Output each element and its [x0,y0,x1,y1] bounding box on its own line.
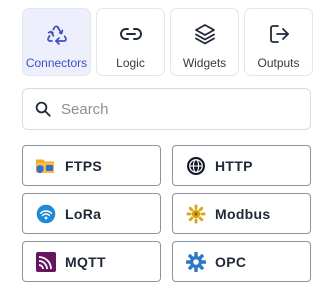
search-box[interactable] [22,88,311,130]
modbus-gear-icon [185,203,207,225]
tab-connectors-label: Connectors [25,56,88,70]
link-icon [119,28,142,40]
connector-card-lora[interactable]: LoRa [22,193,161,234]
connector-label: LoRa [65,205,102,222]
mqtt-icon [35,251,57,273]
connector-palette: Connectors Logic Widgets Outputs Search … [0,0,332,290]
tab-outputs[interactable]: Outputs [244,8,313,76]
connector-card-http[interactable]: HTTP [172,145,311,186]
connector-label: FTPS [65,157,102,174]
connector-card-modbus[interactable]: Modbus [172,193,311,234]
connector-label: OPC [215,253,247,270]
tab-logic[interactable]: Logic [96,8,165,76]
connector-label: HTTP [215,157,253,174]
search-input[interactable] [61,95,301,123]
connector-card-mqtt[interactable]: MQTT [22,241,161,282]
recycle-icon [46,25,67,45]
connector-card-ftps[interactable]: FTPS [22,145,161,186]
logout-icon [269,25,289,43]
wireless-icon [35,203,57,225]
connector-card-opc[interactable]: OPC [172,241,311,282]
tab-widgets[interactable]: Widgets [170,8,239,76]
layers-icon [194,24,215,45]
tab-logic-label: Logic [116,56,145,70]
ftps-folder-icon [35,155,57,177]
tab-connectors[interactable]: Connectors [22,8,91,76]
tab-outputs-label: Outputs [257,56,300,70]
globe-icon [185,155,207,177]
connector-label: Modbus [215,205,271,222]
connector-label: MQTT [65,253,106,270]
search-icon [35,101,51,117]
opc-gear-icon [185,251,207,273]
tab-widgets-label: Widgets [182,56,227,70]
